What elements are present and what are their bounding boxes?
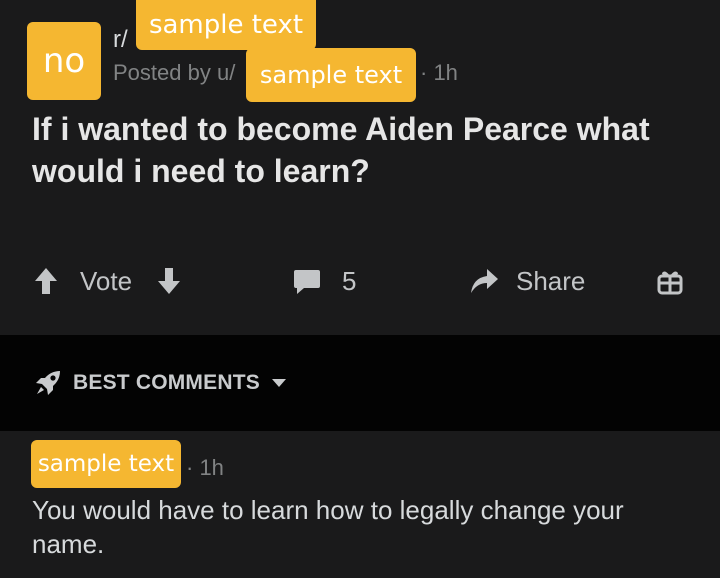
vote-label: Vote [80, 265, 133, 296]
gift-icon [657, 271, 683, 295]
comment-sort-label: BEST COMMENTS [73, 371, 260, 394]
arrow-up-icon [35, 268, 57, 294]
comment: sample text · 1h You would have to learn… [0, 431, 720, 578]
subreddit-prefix: r/ [113, 26, 128, 53]
share-arrow-icon [471, 269, 498, 293]
upvote-button[interactable] [33, 258, 59, 304]
post-time: · 1h [420, 60, 458, 85]
comment-body: You would have to learn how to legally c… [32, 495, 624, 559]
post-card: no r/ sample text Posted by u/ sample te… [0, 0, 720, 335]
arrow-down-icon [158, 268, 180, 294]
chevron-down-icon [271, 379, 286, 387]
award-button[interactable] [656, 258, 684, 304]
rocket-icon [36, 371, 60, 395]
subreddit-name-label: sample text [148, 10, 304, 40]
post-author[interactable]: sample text [246, 48, 416, 102]
posted-by-label: Posted by u/ [113, 60, 236, 85]
downvote-button[interactable] [156, 258, 182, 304]
comment-time: · 1h [186, 455, 224, 480]
comment-author[interactable]: sample text [31, 440, 181, 488]
speech-bubble-icon [294, 270, 320, 294]
post-action-bar: Vote 5 Share [0, 258, 720, 304]
avatar-label: no [42, 41, 86, 81]
share-label: Share [516, 265, 586, 296]
comment-sort-dropdown[interactable]: BEST COMMENTS [33, 357, 288, 409]
share-button[interactable]: Share [468, 258, 585, 304]
comment-author-label: sample text [37, 451, 175, 477]
subreddit-avatar[interactable]: no [27, 22, 101, 100]
subreddit-name[interactable]: sample text [136, 0, 316, 50]
post-title: If i wanted to become Aiden Pearce what … [32, 111, 650, 189]
comments-header-bar: BEST COMMENTS [0, 335, 720, 431]
post-author-label: sample text [259, 61, 403, 89]
comment-count: 5 [342, 265, 357, 296]
comments-button[interactable]: 5 [292, 258, 356, 304]
